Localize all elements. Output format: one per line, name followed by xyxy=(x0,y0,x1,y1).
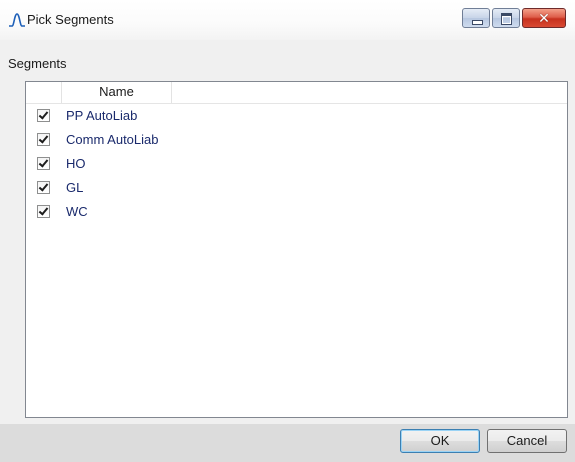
column-header-check[interactable] xyxy=(26,82,62,103)
list-item[interactable]: HO xyxy=(26,152,567,176)
close-icon: ✕ xyxy=(538,10,550,26)
segment-checkbox[interactable] xyxy=(37,205,50,218)
maximize-button[interactable] xyxy=(492,8,520,28)
cancel-button[interactable]: Cancel xyxy=(487,429,567,453)
list-item[interactable]: PP AutoLiab xyxy=(26,104,567,128)
segment-checkbox[interactable] xyxy=(37,133,50,146)
list-header: Name xyxy=(26,82,567,104)
list-rows: PP AutoLiab Comm AutoLiab HO GL WC xyxy=(26,104,567,224)
minimize-icon xyxy=(472,20,483,25)
segment-checkbox[interactable] xyxy=(37,157,50,170)
segment-checkbox[interactable] xyxy=(37,181,50,194)
column-header-name[interactable]: Name xyxy=(62,82,172,103)
segment-name: Comm AutoLiab xyxy=(66,132,159,147)
pick-segments-dialog: Pick Segments ✕ Segments Name PP AutoLia… xyxy=(0,0,575,462)
title-bar[interactable]: Pick Segments ✕ xyxy=(0,0,575,40)
maximize-icon xyxy=(501,13,512,25)
ok-button[interactable]: OK xyxy=(400,429,480,453)
list-item[interactable]: GL xyxy=(26,176,567,200)
bell-curve-icon xyxy=(9,13,25,27)
list-item[interactable]: WC xyxy=(26,200,567,224)
segment-checkbox[interactable] xyxy=(37,109,50,122)
segment-name: WC xyxy=(66,204,88,219)
close-button[interactable]: ✕ xyxy=(522,8,566,28)
segment-name: HO xyxy=(66,156,86,171)
segments-label: Segments xyxy=(8,56,67,71)
window-controls: ✕ xyxy=(460,8,566,30)
list-item[interactable]: Comm AutoLiab xyxy=(26,128,567,152)
segment-name: PP AutoLiab xyxy=(66,108,138,123)
window-title: Pick Segments xyxy=(27,12,114,27)
minimize-button[interactable] xyxy=(462,8,490,28)
segments-list[interactable]: Name PP AutoLiab Comm AutoLiab HO GL WC xyxy=(25,81,568,418)
segment-name: GL xyxy=(66,180,84,195)
